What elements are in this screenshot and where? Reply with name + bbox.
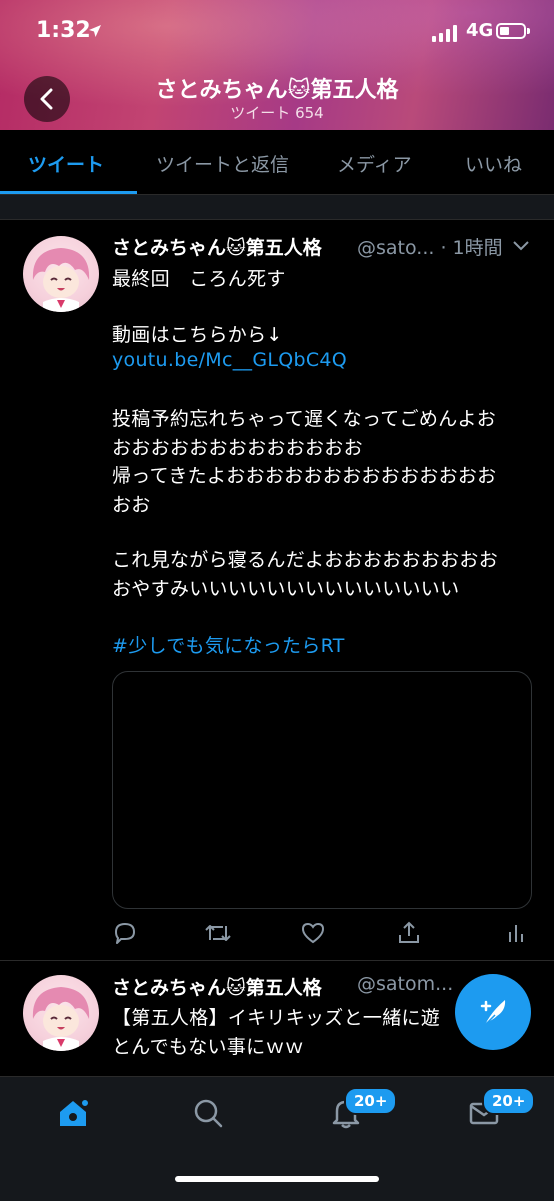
tweet-text-line: 【第五人格】イキリキッズと一緒に遊 xyxy=(112,1007,441,1029)
tab-media[interactable]: メディア xyxy=(337,150,412,177)
tweet-text-line: おやすみいいいいいいいいいいいいいい xyxy=(112,578,460,600)
tab-tweets-and-replies[interactable]: ツイートと返信 xyxy=(156,150,289,177)
like-icon[interactable] xyxy=(300,920,326,950)
chevron-down-icon[interactable] xyxy=(512,237,530,256)
tweet-divider xyxy=(0,960,554,961)
cellular-signal-icon xyxy=(432,24,457,42)
tweet-text-line: 投稿予約忘れちゃって遅くなってごめんよお xyxy=(112,408,497,430)
home-indicator xyxy=(175,1176,379,1182)
tweet-author-name[interactable]: さとみちゃん🐱第五人格 xyxy=(112,973,322,1000)
reply-icon[interactable] xyxy=(112,920,138,950)
bottom-navigation: 20+ 20+ xyxy=(0,1076,554,1201)
tweet-text-line: 最終回 ころん死す xyxy=(112,268,286,290)
battery-icon xyxy=(496,23,530,39)
compose-feather-icon xyxy=(480,1000,506,1026)
profile-tabs: ツイート ツイートと返信 メディア いいね xyxy=(0,130,554,195)
home-icon[interactable] xyxy=(56,1097,90,1133)
messages-badge: 20+ xyxy=(482,1087,536,1115)
location-arrow-icon xyxy=(88,23,102,42)
tweet-handle-time: @sato... · 1時間 xyxy=(357,237,503,259)
network-type: 4G xyxy=(466,20,494,41)
tweet-handle-time: @satom... xyxy=(357,973,454,995)
messages-icon[interactable]: 20+ xyxy=(468,1087,536,1133)
search-icon[interactable] xyxy=(192,1097,224,1133)
compose-tweet-button[interactable] xyxy=(455,974,531,1050)
avatar[interactable] xyxy=(23,975,99,1051)
notifications-icon[interactable]: 20+ xyxy=(330,1087,398,1133)
section-separator xyxy=(0,195,554,220)
tweet-text-line: おお xyxy=(112,494,151,516)
avatar[interactable] xyxy=(23,236,99,312)
tab-tweets[interactable]: ツイート xyxy=(28,150,104,177)
status-time: 1:32 xyxy=(36,18,91,43)
share-icon[interactable] xyxy=(396,920,422,950)
tab-likes[interactable]: いいね xyxy=(465,150,522,177)
active-tab-indicator xyxy=(0,191,137,194)
tweet-text-line: 動画はこちらから↓ xyxy=(112,324,283,346)
tweet-text-line: おおおおおおおおおおおおお xyxy=(112,437,363,459)
tweet-text-line: これ見ながら寝るんだよおおおおおおおおお xyxy=(112,549,499,571)
notifications-badge: 20+ xyxy=(344,1087,398,1115)
profile-title: さとみちゃん🐱第五人格 xyxy=(155,78,399,103)
tweet-text-line: 帰ってきたよおおおおおおおおおおおおおお xyxy=(112,465,497,487)
status-bar: 1:32 4G xyxy=(0,18,554,52)
retweet-icon[interactable] xyxy=(203,920,233,950)
tweet-count: ツイート 654 xyxy=(230,104,324,122)
tweet-text-line: とんでもない事にｗｗ xyxy=(112,1036,305,1058)
tweet-link[interactable]: youtu.be/Mc__GLQbC4Q xyxy=(112,349,347,371)
tweet-author-name[interactable]: さとみちゃん🐱第五人格 xyxy=(112,233,322,260)
tweet-media-card[interactable] xyxy=(112,671,532,909)
analytics-icon[interactable] xyxy=(505,920,529,950)
tweet-hashtag[interactable]: #少しでも気になったらRT xyxy=(112,631,345,658)
